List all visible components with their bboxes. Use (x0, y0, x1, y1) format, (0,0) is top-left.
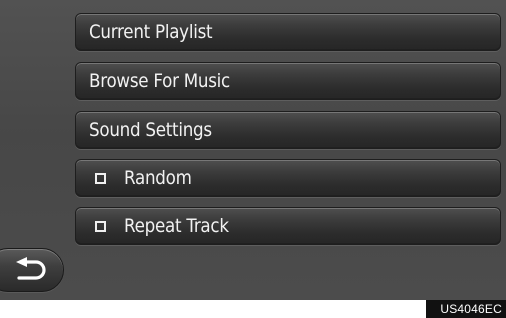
current-playlist-label: Current Playlist (89, 21, 213, 43)
audio-menu-screen: Current Playlist Browse For Music Sound … (0, 0, 506, 300)
random-toggle-button[interactable]: Random (75, 159, 501, 197)
random-checkbox[interactable] (95, 172, 106, 184)
back-button[interactable] (0, 248, 64, 292)
sound-settings-button[interactable]: Sound Settings (75, 111, 501, 149)
repeat-track-label: Repeat Track (124, 215, 229, 237)
browse-for-music-button[interactable]: Browse For Music (75, 62, 501, 100)
browse-for-music-label: Browse For Music (89, 70, 230, 92)
repeat-track-toggle-button[interactable]: Repeat Track (75, 207, 501, 245)
current-playlist-button[interactable]: Current Playlist (75, 13, 501, 51)
sound-settings-label: Sound Settings (89, 119, 212, 141)
repeat-track-checkbox[interactable] (95, 220, 106, 232)
random-label: Random (124, 167, 192, 189)
back-arrow-icon (16, 257, 46, 280)
figure-code-label: US4046EC (426, 300, 506, 318)
